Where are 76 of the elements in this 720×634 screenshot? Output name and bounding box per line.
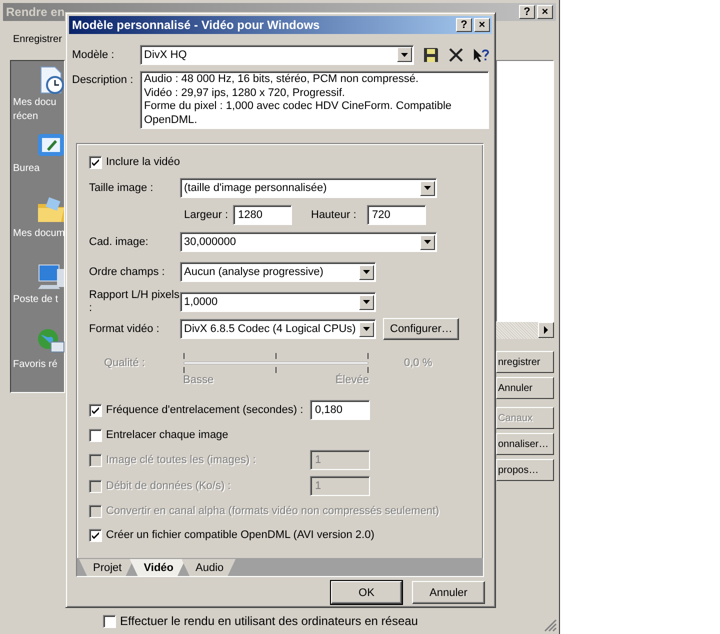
save-icon[interactable]: [423, 46, 439, 62]
dialog-button[interactable]: OK: [331, 581, 402, 604]
description-line: Vidéo : 29,97 ips, 1280 x 720, Progressif.: [144, 86, 346, 100]
dialog-button[interactable]: Annuler: [496, 377, 554, 399]
place-label[interactable]: Burea: [11, 162, 40, 176]
dropdown[interactable]: DivX 6.8.5 Codec (4 Logical CPUs): [180, 319, 376, 339]
description-line: Forme du pixel : 1,000 avec codec HDV CineForm. Compatible: [144, 100, 453, 114]
slider-max-label: Élevée: [335, 374, 369, 386]
tab[interactable]: Vidéo: [130, 559, 186, 576]
checkbox-label[interactable]: Entrelacer chaque image: [106, 429, 228, 441]
file-list[interactable]: [496, 60, 554, 322]
field-label: Rapport L/H pixels :: [89, 289, 180, 315]
description-line: Audio : 48 000 Hz, 16 bits, stéréo, PCM non compressé.: [144, 73, 420, 86]
horizontal-scrollbar[interactable]: [496, 322, 554, 339]
checkbox-label[interactable]: Créer un fichier compatible OpenDML (AVI version 2.0): [106, 529, 374, 541]
title-bar-button[interactable]: ×: [474, 18, 490, 32]
slider-label: Qualité :: [103, 357, 146, 369]
check-icon: [91, 158, 100, 166]
dropdown[interactable]: (taille d'image personnalisée): [180, 178, 437, 198]
title-bar-button[interactable]: ×: [537, 5, 553, 19]
dialog-button[interactable]: Annuler: [412, 581, 485, 604]
caret-icon: [401, 52, 408, 56]
place-label[interactable]: Poste de t: [11, 292, 58, 307]
caret-icon: [424, 240, 431, 244]
dialog-button[interactable]: nregistrer: [496, 351, 554, 373]
window-title: Rendre en: [6, 5, 65, 19]
description-line: OpenDML.: [144, 114, 198, 127]
field-label: Taille image :: [89, 182, 154, 194]
checkbox-label[interactable]: Effectuer le rendu en utilisant des ordinateurs en réseau: [120, 614, 418, 628]
dropdown[interactable]: 30,000000: [180, 232, 437, 252]
slider-value: 0,0 %: [404, 357, 432, 369]
checkbox[interactable]: [89, 156, 102, 168]
tab[interactable]: Projet: [79, 559, 134, 576]
caret-icon: [363, 300, 370, 304]
checkbox[interactable]: [89, 404, 102, 416]
help-pointer-icon[interactable]: [473, 46, 489, 62]
preset-dropdown[interactable]: DivX HQ: [140, 44, 414, 64]
field-label: Cad. image:: [89, 236, 150, 248]
field-label: Hauteur :: [311, 209, 358, 221]
tab[interactable]: Audio: [182, 559, 236, 576]
place-label[interactable]: Favoris ré: [11, 358, 58, 372]
scroll-right-button[interactable]: [538, 322, 554, 338]
checkbox[interactable]: [89, 528, 102, 542]
right-arrow-icon: [543, 326, 549, 334]
resize-grip-icon[interactable]: [543, 618, 557, 632]
check-icon: [91, 530, 100, 540]
input-field[interactable]: 1280: [233, 205, 292, 225]
check-icon: [91, 406, 100, 414]
dropdown[interactable]: Aucun (analyse progressive): [180, 262, 376, 282]
checkbox[interactable]: [103, 614, 116, 628]
place-label[interactable]: récen: [11, 110, 38, 124]
input-field[interactable]: 720: [367, 205, 426, 225]
dropdown[interactable]: 1,0000: [180, 292, 376, 312]
caret-icon: [424, 186, 431, 190]
title-bar-button[interactable]: ?: [456, 18, 472, 32]
checkbox-label[interactable]: Inclure la vidéo: [106, 156, 180, 168]
delete-icon[interactable]: [448, 46, 464, 62]
slider-min-label: Basse: [183, 374, 214, 386]
place-label[interactable]: Mes docum: [11, 227, 65, 242]
configure-button[interactable]: Configurer…: [383, 318, 460, 340]
field-label: Largeur :: [184, 209, 230, 221]
title-bar-button[interactable]: ?: [519, 5, 535, 19]
checkbox-label[interactable]: Fréquence d'entrelacement (secondes) :: [106, 404, 306, 416]
input-field[interactable]: 0,180: [310, 400, 370, 420]
caret-icon: [363, 270, 370, 274]
place-label[interactable]: Mes docu: [11, 96, 56, 110]
dialog-button[interactable]: onnaliser…: [496, 433, 554, 455]
dialog-button[interactable]: propos…: [496, 459, 554, 481]
field-label: Modèle :: [72, 48, 116, 60]
caret-icon: [363, 327, 370, 331]
field-label: Description :: [72, 73, 134, 86]
field-label: Format vidéo :: [89, 322, 160, 336]
checkbox[interactable]: [89, 428, 102, 442]
dialog-title: Modèle personnalisé - Vidéo pour Windows: [72, 18, 320, 32]
field-label: Ordre champs :: [89, 266, 166, 278]
save-label: Enregistrer: [13, 34, 62, 47]
